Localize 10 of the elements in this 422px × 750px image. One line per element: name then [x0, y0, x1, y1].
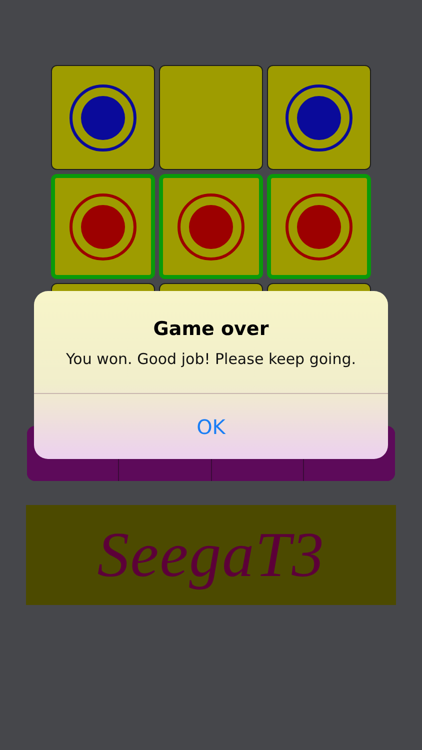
board-tile[interactable]: [51, 65, 155, 170]
alert-title: Game over: [153, 318, 269, 340]
ok-button[interactable]: OK: [34, 394, 388, 459]
board-tile[interactable]: [267, 65, 371, 170]
board-tile[interactable]: [51, 174, 155, 279]
logo-text: SeegaT3: [97, 518, 325, 592]
board-tile[interactable]: [267, 174, 371, 279]
board-tile[interactable]: [159, 174, 263, 279]
alert-message: You won. Good job! Please keep going.: [66, 350, 356, 368]
board-tile[interactable]: [159, 65, 263, 170]
